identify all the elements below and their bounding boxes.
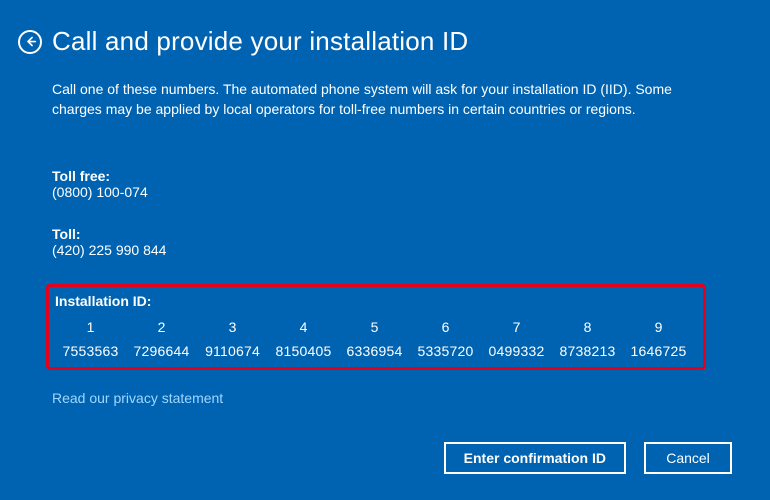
iid-value: 1646725 — [623, 343, 694, 359]
iid-index: 4 — [268, 319, 339, 335]
page-title: Call and provide your installation ID — [52, 26, 468, 57]
iid-group: 6 5335720 — [410, 319, 481, 359]
back-button[interactable] — [18, 30, 42, 54]
iid-group: 9 1646725 — [623, 319, 694, 359]
iid-group: 7 0499332 — [481, 319, 552, 359]
cancel-button[interactable]: Cancel — [644, 442, 732, 474]
iid-value: 7553563 — [55, 343, 126, 359]
iid-value: 9110674 — [197, 343, 268, 359]
iid-value: 6336954 — [339, 343, 410, 359]
iid-value: 5335720 — [410, 343, 481, 359]
iid-index: 5 — [339, 319, 410, 335]
toll-number: (420) 225 990 844 — [52, 242, 732, 258]
iid-index: 6 — [410, 319, 481, 335]
iid-index: 3 — [197, 319, 268, 335]
privacy-statement-link[interactable]: Read our privacy statement — [52, 390, 732, 406]
toll-label: Toll: — [52, 226, 732, 242]
iid-index: 7 — [481, 319, 552, 335]
iid-value: 0499332 — [481, 343, 552, 359]
installation-id-section: Installation ID: 1 7553563 2 7296644 3 9… — [46, 284, 706, 370]
iid-group: 1 7553563 — [55, 319, 126, 359]
iid-index: 8 — [552, 319, 623, 335]
toll-free-block: Toll free: (0800) 100-074 — [52, 168, 732, 200]
toll-block: Toll: (420) 225 990 844 — [52, 226, 732, 258]
iid-index: 1 — [55, 319, 126, 335]
iid-group: 8 8738213 — [552, 319, 623, 359]
toll-free-label: Toll free: — [52, 168, 732, 184]
iid-group: 5 6336954 — [339, 319, 410, 359]
enter-confirmation-id-button[interactable]: Enter confirmation ID — [444, 442, 626, 474]
iid-value: 8738213 — [552, 343, 623, 359]
installation-id-label: Installation ID: — [55, 293, 697, 309]
iid-group: 3 9110674 — [197, 319, 268, 359]
installation-id-table: 1 7553563 2 7296644 3 9110674 4 8150405 … — [55, 319, 697, 359]
arrow-left-icon — [24, 35, 37, 48]
iid-group: 2 7296644 — [126, 319, 197, 359]
iid-index: 9 — [623, 319, 694, 335]
iid-value: 7296644 — [126, 343, 197, 359]
toll-free-number: (0800) 100-074 — [52, 184, 732, 200]
page-description: Call one of these numbers. The automated… — [52, 79, 732, 120]
iid-value: 8150405 — [268, 343, 339, 359]
iid-group: 4 8150405 — [268, 319, 339, 359]
iid-index: 2 — [126, 319, 197, 335]
